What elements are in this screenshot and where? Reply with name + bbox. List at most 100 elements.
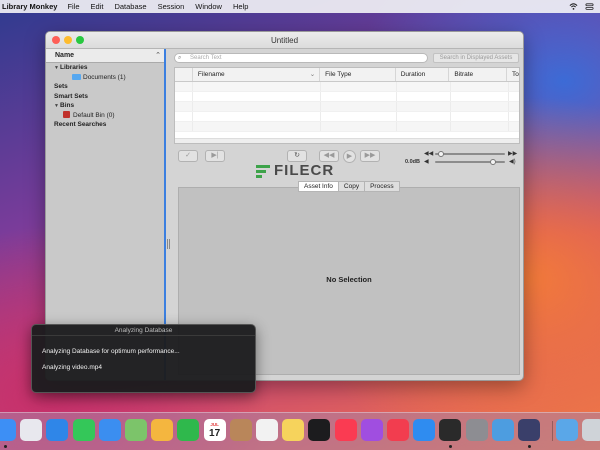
window-title: Untitled (270, 36, 299, 45)
position-slider-knob[interactable] (438, 151, 444, 157)
wifi-icon[interactable] (569, 2, 578, 11)
sidebar-item-sets[interactable]: Sets (46, 82, 164, 92)
trash-icon[interactable] (582, 419, 600, 441)
library-monkey-icon[interactable] (518, 419, 540, 441)
appletv-icon[interactable] (308, 419, 331, 441)
maps-icon[interactable] (125, 419, 147, 441)
folder-icon (72, 73, 81, 80)
menu-window[interactable]: Window (195, 2, 222, 11)
check-button[interactable]: ✓ (178, 150, 198, 162)
tab-copy[interactable]: Copy (337, 181, 366, 192)
loop-icon: ↻ (294, 152, 300, 159)
column-header-to[interactable]: To (507, 68, 519, 81)
menu-edit[interactable]: Edit (91, 2, 104, 11)
horizontal-scrollbar[interactable] (175, 138, 519, 143)
messages-icon[interactable] (72, 419, 95, 441)
speaker-high-icon: ◀) (509, 159, 516, 165)
calendar-icon[interactable]: JUL 17 (203, 419, 226, 441)
minimize-button[interactable] (64, 36, 72, 44)
dock: JUL 17 (0, 412, 600, 450)
title-bar: Untitled (46, 32, 523, 49)
reminders-icon[interactable] (256, 419, 278, 441)
no-selection-label: No Selection (326, 275, 372, 284)
analyzing-file-line: Analyzing video.mp4 (42, 364, 102, 371)
column-header-file-type[interactable]: File Type (320, 68, 396, 81)
terminal-icon[interactable] (439, 419, 462, 441)
table-row[interactable] (175, 102, 519, 112)
analyzing-database-panel: Analyzing Database Analyzing Database fo… (31, 324, 256, 393)
menu-file[interactable]: File (67, 2, 79, 11)
contacts-icon[interactable] (229, 419, 252, 441)
tab-process[interactable]: Process (364, 181, 400, 192)
sidebar-item-default-bin[interactable]: Default Bin (0) (46, 111, 164, 121)
search-bar: ⌕ Search Text Search in Displayed Assets (170, 51, 521, 65)
analyzing-panel-title: Analyzing Database (32, 325, 255, 336)
menu-session[interactable]: Session (158, 2, 185, 11)
skip-end-icon: ▶| (211, 152, 219, 159)
facetime-icon[interactable] (177, 419, 200, 441)
search-icon: ⌕ (178, 55, 182, 61)
notes-icon[interactable] (282, 419, 305, 441)
position-slider[interactable] (435, 151, 505, 157)
fast-forward-button[interactable]: ▶▶ (360, 150, 380, 162)
column-header-marker[interactable] (175, 68, 193, 81)
table-header: Filename ⌄ File Type Duration Bitrate To (175, 68, 519, 82)
gain-readout: 0.0dB (405, 159, 420, 165)
rewind-button[interactable]: ◀◀ (319, 150, 339, 162)
dock-separator (552, 421, 553, 441)
sidebar-header[interactable]: Name ⌃ (46, 49, 164, 63)
gain-slider[interactable] (435, 159, 505, 165)
table-row[interactable] (175, 82, 519, 92)
menu-database[interactable]: Database (114, 2, 146, 11)
zoom-button[interactable] (76, 36, 84, 44)
search-input[interactable]: ⌕ Search Text (174, 53, 428, 63)
sidebar-item-documents[interactable]: Documents (1) (46, 73, 164, 83)
safari-icon[interactable] (46, 419, 69, 441)
sort-down-icon: ⌄ (309, 71, 316, 78)
column-header-duration[interactable]: Duration (396, 68, 450, 81)
system-preferences-icon[interactable] (465, 419, 488, 441)
bin-icon (63, 111, 70, 119)
tab-asset-info[interactable]: Asset Info (298, 181, 339, 192)
downloads-folder-icon[interactable] (556, 419, 579, 441)
sidebar-item-libraries[interactable]: ▼Libraries (46, 63, 164, 73)
speaker-low-icon: ◀ (424, 159, 429, 165)
appstore-icon[interactable] (413, 419, 436, 441)
photos-icon[interactable] (151, 419, 174, 441)
news-icon[interactable] (387, 419, 409, 441)
table-row[interactable] (175, 122, 519, 132)
launchpad-icon[interactable] (20, 419, 43, 441)
altool-icon[interactable] (491, 419, 514, 441)
control-center-icon[interactable] (585, 2, 594, 11)
finder-icon[interactable] (0, 419, 16, 441)
detail-tabs: Asset Info Copy Process (298, 181, 400, 192)
table-row[interactable] (175, 112, 519, 122)
analyzing-status-line: Analyzing Database for optimum performan… (42, 348, 180, 355)
watermark: FILECR (256, 162, 334, 179)
table-row[interactable] (175, 92, 519, 102)
mail-icon[interactable] (98, 419, 121, 441)
sidebar-item-recent-searches[interactable]: Recent Searches (46, 120, 164, 130)
podcasts-icon[interactable] (360, 419, 383, 441)
close-button[interactable] (52, 36, 60, 44)
app-menu[interactable]: Library Monkey (2, 2, 57, 11)
running-indicator (4, 445, 7, 448)
music-icon[interactable] (334, 419, 357, 441)
sidebar-item-bins[interactable]: ▼Bins (46, 101, 164, 111)
search-displayed-assets-button[interactable]: Search in Displayed Assets (433, 53, 519, 63)
loop-button[interactable]: ↻ (287, 150, 307, 162)
play-button[interactable]: ▶ (343, 150, 356, 163)
volume-up-icon: ▶▶ (508, 151, 518, 157)
sidebar-header-label: Name (55, 52, 75, 59)
splitter-handle[interactable] (167, 239, 170, 249)
column-header-bitrate[interactable]: Bitrate (449, 68, 508, 81)
sidebar-item-smart-sets[interactable]: Smart Sets (46, 92, 164, 102)
menu-bar: Library Monkey File Edit Database Sessio… (0, 0, 600, 13)
menu-help[interactable]: Help (233, 2, 248, 11)
column-header-filename[interactable]: Filename ⌄ (193, 68, 321, 81)
fast-forward-icon: ▶▶ (364, 152, 376, 159)
skip-button[interactable]: ▶| (205, 150, 225, 162)
asset-table[interactable]: Filename ⌄ File Type Duration Bitrate To (174, 67, 520, 144)
watermark-logo-icon (256, 164, 270, 178)
gain-slider-knob[interactable] (490, 159, 496, 165)
